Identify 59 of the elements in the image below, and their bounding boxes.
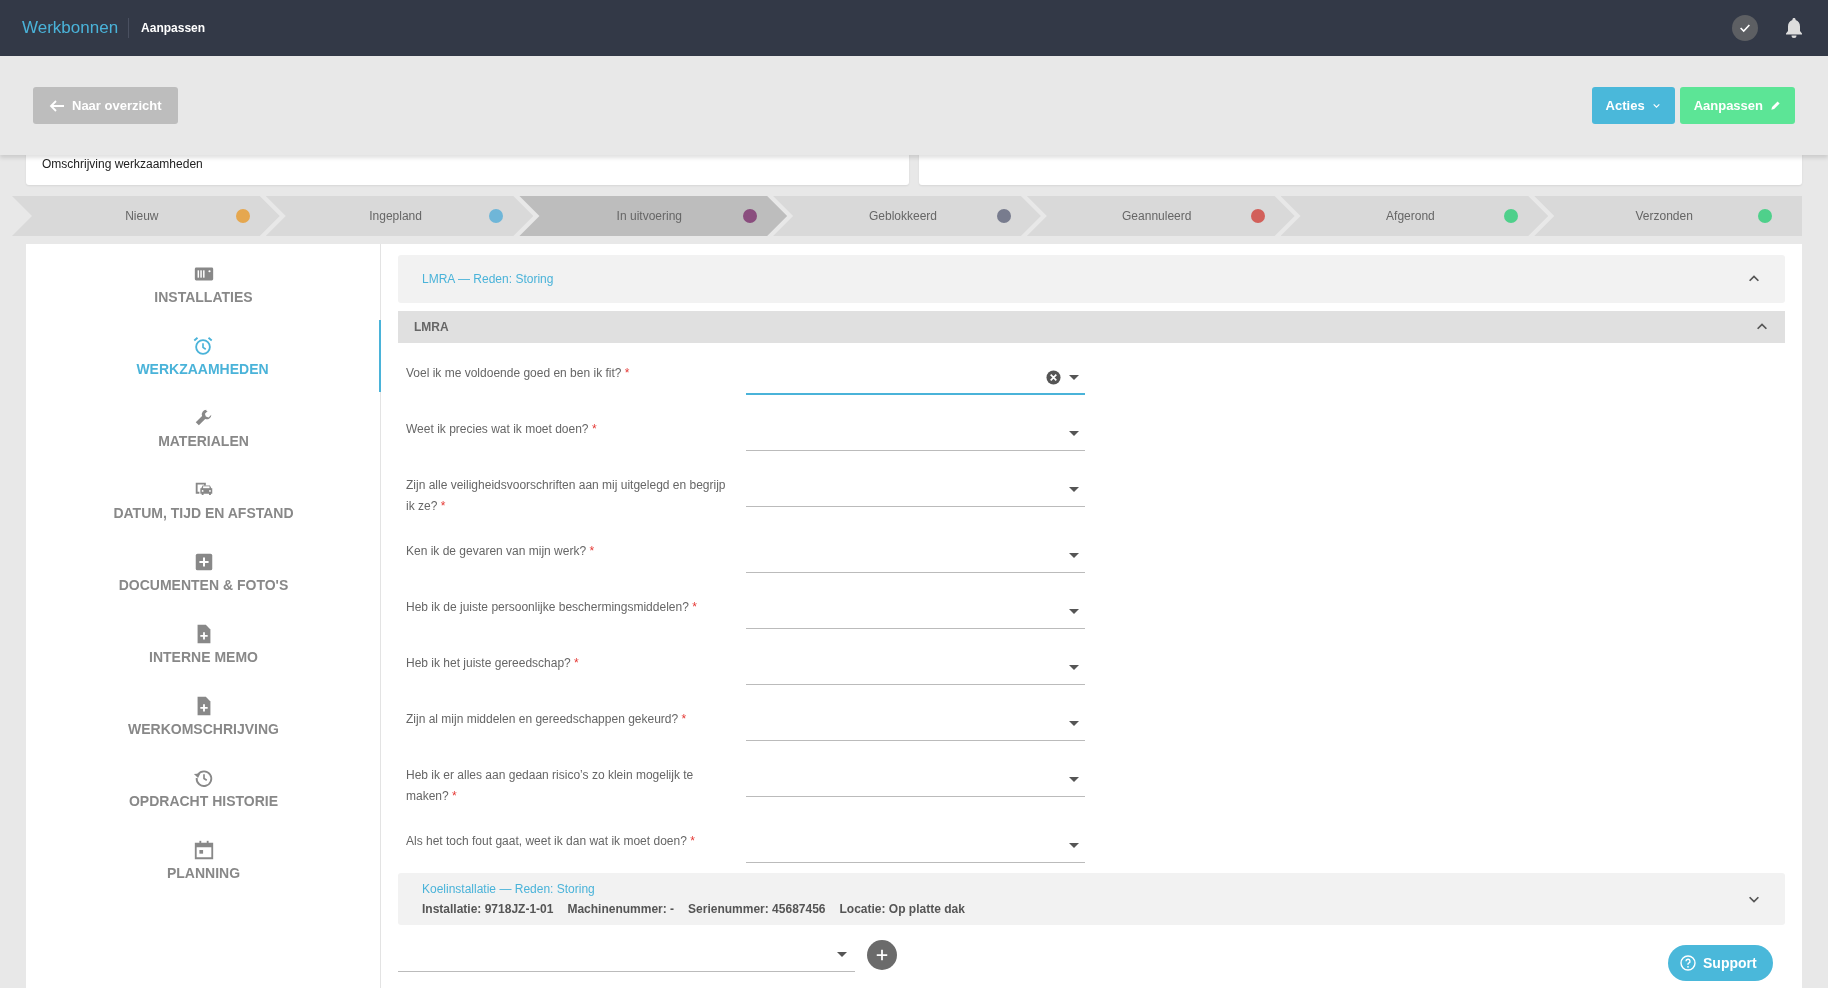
alarm-clock-icon [191, 335, 214, 357]
caret-down-icon [1069, 553, 1079, 558]
arrow-left-icon [49, 97, 65, 114]
caret-down-icon [1069, 721, 1079, 726]
caret-down-icon [1069, 431, 1079, 436]
app-title[interactable]: Werkbonnen [22, 18, 130, 38]
sidebar-item[interactable]: DATUM, TIJD EN AFSTAND [26, 464, 381, 536]
add-button[interactable] [867, 940, 897, 970]
caret-down-icon [1069, 374, 1079, 380]
installation-detail: Installatie: 9718JZ-1-01 [422, 902, 554, 916]
status-step[interactable]: Ingepland [265, 196, 534, 236]
installation-detail: Locatie: Op platte dak [839, 902, 965, 916]
panel-header[interactable]: LMRA — Reden: Storing [398, 255, 1785, 303]
sidebar-item[interactable]: INSTALLATIES [26, 248, 381, 320]
caret-down-icon [1069, 609, 1079, 614]
history-icon [192, 767, 215, 789]
status-step[interactable]: Verzonden [1534, 196, 1803, 236]
sidebar-item[interactable]: WERKOMSCHRIJVING [26, 680, 381, 752]
sidebar-item[interactable]: WERKZAAMHEDEN [26, 320, 381, 392]
status-step[interactable]: Geannuleerd [1026, 196, 1295, 236]
question-label: Als het toch fout gaat, weet ik dan wat ik moet doen? * [406, 833, 696, 850]
question-label: Heb ik de juiste persoonlijke beschermingsmiddelen? * [406, 599, 698, 616]
chevron-down-icon [1651, 101, 1661, 110]
status-step[interactable]: Afgerond [1280, 196, 1549, 236]
installation-detail: Serienummer: 45687456 [688, 902, 826, 916]
check-icon[interactable] [1732, 15, 1758, 41]
status-step[interactable]: Geblokkeerd [773, 196, 1041, 236]
question-label: Zijn al mijn middelen en gereedschappen gekeurd? * [406, 711, 688, 728]
caret-down-icon [837, 952, 847, 957]
sidebar-item[interactable]: OPDRACHT HISTORIE [26, 752, 381, 824]
question-label: Zijn alle veiligheidsvoorschriften aan mij uitgelegd en begrijp ik ze? * [406, 477, 727, 515]
actions-button[interactable]: Acties [1591, 87, 1675, 124]
plus-icon [875, 948, 889, 962]
sidebar-item[interactable]: MATERIALEN [26, 392, 381, 464]
section-header[interactable]: LMRA [398, 311, 1785, 343]
installation-card[interactable]: Koelinstallatie — Reden: Storing Installatie: 9718JZ-1-01 Machinenummer: - Serienummer: 45687456 Locatie: Op platte dak [398, 873, 1785, 925]
question-label: Voel ik me voldoende goed en ben ik fit? * [406, 365, 631, 382]
question-label: Weet ik precies wat ik moet doen? * [406, 421, 598, 438]
sidebar-item[interactable]: PLANNING [26, 824, 381, 896]
caret-down-icon [1069, 665, 1079, 670]
support-button[interactable]: Support [1668, 945, 1773, 981]
calendar-icon [192, 839, 215, 861]
caret-down-icon [1069, 487, 1079, 492]
help-icon [1680, 955, 1696, 971]
caret-down-icon [1069, 843, 1079, 848]
caret-down-icon [1069, 777, 1079, 782]
back-button[interactable]: Naar overzicht [33, 87, 178, 124]
question-label: Heb ik er alles aan gedaan risico’s zo klein mogelijk te maken? * [406, 767, 695, 805]
sidebar-item[interactable]: DOCUMENTEN & FOTO'S [26, 536, 381, 608]
sidebar-item[interactable]: INTERNE MEMO [26, 608, 381, 680]
status-step[interactable]: Nieuw [12, 196, 280, 236]
pencil-icon [1770, 100, 1781, 111]
question-label: Heb ik het juiste gereedschap? * [406, 655, 580, 672]
status-step[interactable]: In uitvoering [519, 196, 788, 236]
clear-icon[interactable] [1046, 369, 1061, 385]
installation-detail: Machinenummer: - [567, 902, 675, 916]
question-label: Ken ik de gevaren van mijn werk? * [406, 543, 596, 560]
installation-title[interactable]: Koelinstallatie — Reden: Storing [422, 882, 965, 896]
page-title: Aanpassen [141, 21, 206, 35]
